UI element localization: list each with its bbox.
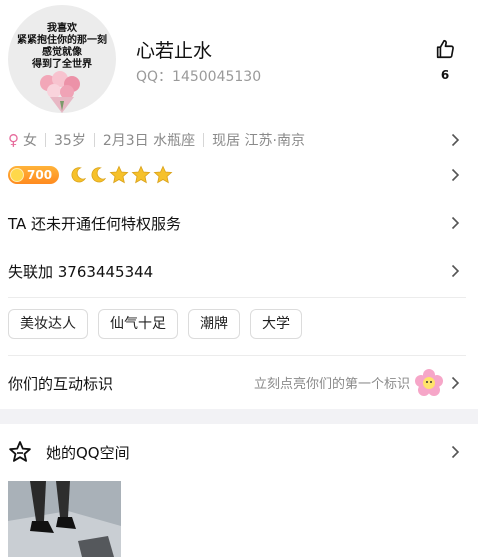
- birthday-label: 2月3日 水瓶座: [102, 133, 196, 149]
- flower-badge-icon: [415, 369, 443, 396]
- avatar-quote-line: 感觉就像: [42, 47, 82, 58]
- privilege-row[interactable]: TA 还未开通任何特权服务: [8, 203, 466, 243]
- avatar-quote: 我喜欢 紧紧抱住你的那一刻 感觉就像 得到了全世界: [8, 23, 116, 71]
- level-icons: [69, 165, 175, 185]
- avatar-quote-line: 我喜欢: [47, 23, 77, 34]
- tag-chip[interactable]: 仙气十足: [98, 309, 178, 339]
- interaction-hint: 立刻点亮你们的第一个标识: [253, 377, 410, 392]
- gender-label: 女: [23, 133, 37, 149]
- chevron-right-icon: [451, 376, 460, 390]
- star-icon: [153, 165, 173, 184]
- vip-score: 700: [27, 168, 53, 182]
- avatar-quote-line: 得到了全世界: [32, 59, 92, 70]
- vip-score-badge: 700: [8, 166, 60, 184]
- avatar[interactable]: 我喜欢 紧紧抱住你的那一刻 感觉就像 得到了全世界: [8, 5, 116, 113]
- qq-level-row[interactable]: 700: [8, 160, 466, 190]
- divider: [8, 297, 466, 298]
- age-label: 35岁: [54, 133, 86, 149]
- tag-chip[interactable]: 潮牌: [188, 309, 240, 339]
- chevron-right-icon: [451, 133, 460, 147]
- section-separator: [0, 409, 478, 424]
- divider: [8, 355, 466, 356]
- like-count: 6: [440, 68, 450, 82]
- chevron-right-icon: [451, 445, 460, 459]
- tag-list: 美妆达人 仙气十足 潮牌 大学: [8, 308, 466, 340]
- chevron-right-icon: [451, 264, 460, 278]
- basic-info-row[interactable]: ♀ 女 35岁 2月3日 水瓶座 现居 江苏·南京: [8, 126, 466, 154]
- star-outline-icon: [9, 441, 31, 462]
- qq-zone-row[interactable]: 她的QQ空间: [8, 436, 466, 468]
- privilege-text: TA 还未开通任何特权服务: [8, 214, 182, 233]
- qq-zone-photo-thumbnail[interactable]: [8, 481, 121, 557]
- moon-icon: [71, 167, 87, 183]
- profile-name: 心若止水: [136, 40, 213, 62]
- profile-header: 我喜欢 紧紧抱住你的那一刻 感觉就像 得到了全世界 心若止水 QQ：145004…: [0, 0, 478, 125]
- star-icon: [131, 165, 151, 184]
- chevron-right-icon: [451, 216, 460, 230]
- female-icon: ♀: [8, 131, 19, 149]
- photo-image: [8, 481, 121, 557]
- avatar-quote-line: 紧紧抱住你的那一刻: [17, 35, 107, 46]
- separator: [45, 133, 46, 147]
- like-button[interactable]: 6: [432, 38, 458, 82]
- interaction-title: 你们的互动标识: [8, 374, 114, 393]
- separator: [93, 133, 95, 147]
- thumbs-up-icon: [436, 39, 454, 59]
- tag-chip[interactable]: 美妆达人: [8, 309, 88, 339]
- qq-zone-title: 她的QQ空间: [46, 443, 130, 462]
- flower-bouquet-icon: [40, 71, 80, 113]
- lost-contact-row[interactable]: 失联加 3763445344: [8, 251, 466, 291]
- star-icon: [109, 165, 129, 184]
- interaction-badge-row[interactable]: 你们的互动标识 立刻点亮你们的第一个标识: [8, 364, 466, 402]
- chevron-right-icon: [451, 168, 460, 182]
- separator: [203, 133, 205, 147]
- tag-chip[interactable]: 大学: [250, 309, 302, 339]
- moon-icon: [91, 167, 107, 183]
- qq-number: QQ：1450045130: [136, 69, 262, 85]
- location-label: 现居 江苏·南京: [212, 133, 305, 149]
- coin-icon: [10, 168, 24, 182]
- lost-contact-text: 失联加 3763445344: [8, 262, 154, 281]
